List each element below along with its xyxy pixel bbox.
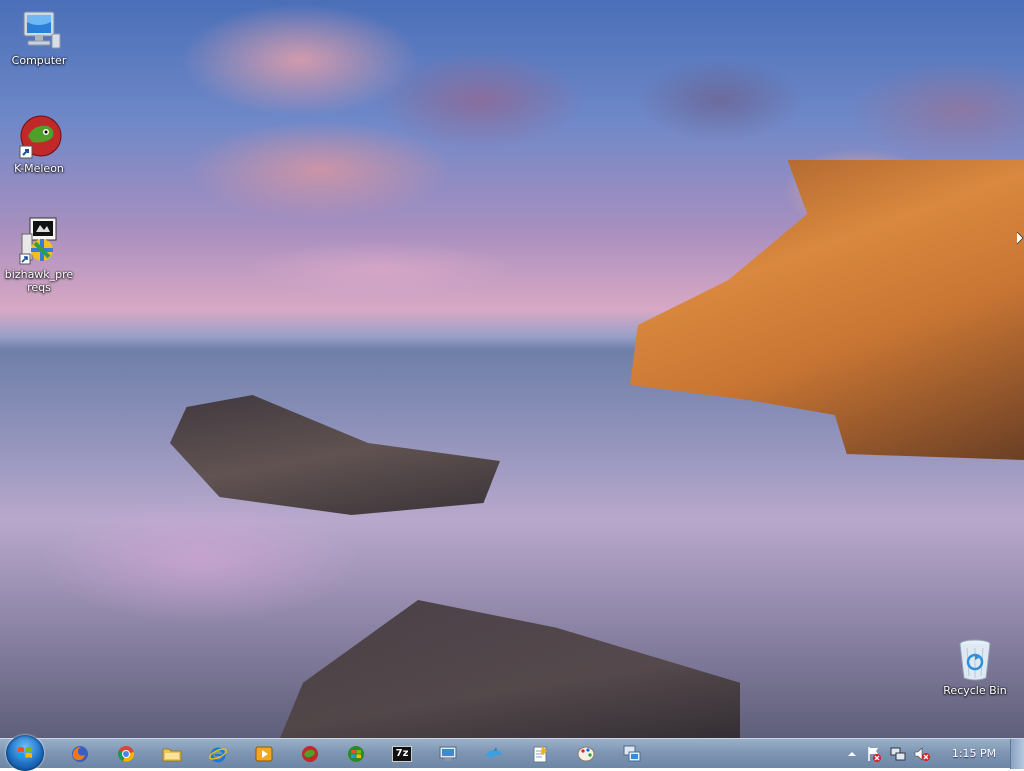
volume-muted-icon[interactable] <box>914 746 930 762</box>
desktop-icon-label: Recycle Bin <box>943 684 1007 697</box>
firefox-icon <box>72 746 88 762</box>
action-center-icon[interactable] <box>866 746 882 762</box>
media-player-icon <box>255 746 273 762</box>
computer-icon <box>23 11 61 49</box>
taskbar-paint[interactable] <box>570 742 602 766</box>
notepad-icon <box>533 746 547 763</box>
taskbar-windows-media[interactable] <box>340 742 372 766</box>
show-hidden-icons-chevron-icon[interactable] <box>844 746 860 762</box>
dolphin-icon <box>485 747 503 758</box>
taskbar-remote-desktop[interactable] <box>432 742 464 766</box>
file-explorer-icon <box>162 748 182 762</box>
7zip-icon: 7z <box>392 746 412 762</box>
desktop-wallpaper[interactable]: Computer K-Meleon bizhawk_prereqs Recycl… <box>0 0 1024 738</box>
taskbar-media-player[interactable] <box>248 742 280 766</box>
taskbar-network-app[interactable] <box>616 742 648 766</box>
windows-media-icon <box>348 746 364 762</box>
desktop-icon-k-meleon[interactable]: K-Meleon <box>1 114 77 175</box>
desktop-icon-label: K-Meleon <box>14 162 64 175</box>
paint-icon <box>577 746 595 762</box>
desktop-icon-recycle-bin[interactable]: Recycle Bin <box>937 636 1013 697</box>
internet-explorer-icon <box>209 747 227 763</box>
k-meleon-icon <box>302 746 318 762</box>
start-button[interactable] <box>6 735 44 771</box>
desktop-icon-label: Computer <box>11 54 67 67</box>
windows-logo-icon <box>18 747 32 758</box>
show-desktop-button[interactable] <box>1010 739 1024 769</box>
chrome-icon <box>118 746 135 762</box>
wallpaper-reef <box>280 600 740 738</box>
taskbar-dolphin[interactable] <box>478 742 510 766</box>
remote-desktop-icon <box>439 746 457 761</box>
network-icon[interactable] <box>890 746 906 762</box>
recycle-bin-icon <box>959 639 991 681</box>
taskbar: 7z 1:15 PM <box>0 735 1024 771</box>
installer-icon <box>19 217 57 265</box>
wallpaper-cliff <box>630 160 1024 460</box>
wallpaper-reef <box>170 395 500 515</box>
k-meleon-icon <box>19 115 62 159</box>
taskbar-file-explorer[interactable] <box>156 742 188 766</box>
chevron-right-icon <box>1016 231 1024 245</box>
desktop-icon-label: bizhawk_prereqs <box>4 268 74 294</box>
taskbar-chrome[interactable] <box>110 742 142 766</box>
desktop-icon-computer[interactable]: Computer <box>1 10 77 67</box>
taskbar-clock[interactable]: 1:15 PM <box>944 739 1004 769</box>
taskbar-notepad[interactable] <box>524 742 556 766</box>
taskbar-firefox[interactable] <box>64 742 96 766</box>
taskbar-7zip[interactable]: 7z <box>386 742 418 766</box>
taskbar-k-meleon[interactable] <box>294 742 326 766</box>
taskbar-internet-explorer[interactable] <box>202 742 234 766</box>
network-app-icon <box>623 745 641 762</box>
desktop-icon-bizhawk-prereqs[interactable]: bizhawk_prereqs <box>1 216 77 294</box>
